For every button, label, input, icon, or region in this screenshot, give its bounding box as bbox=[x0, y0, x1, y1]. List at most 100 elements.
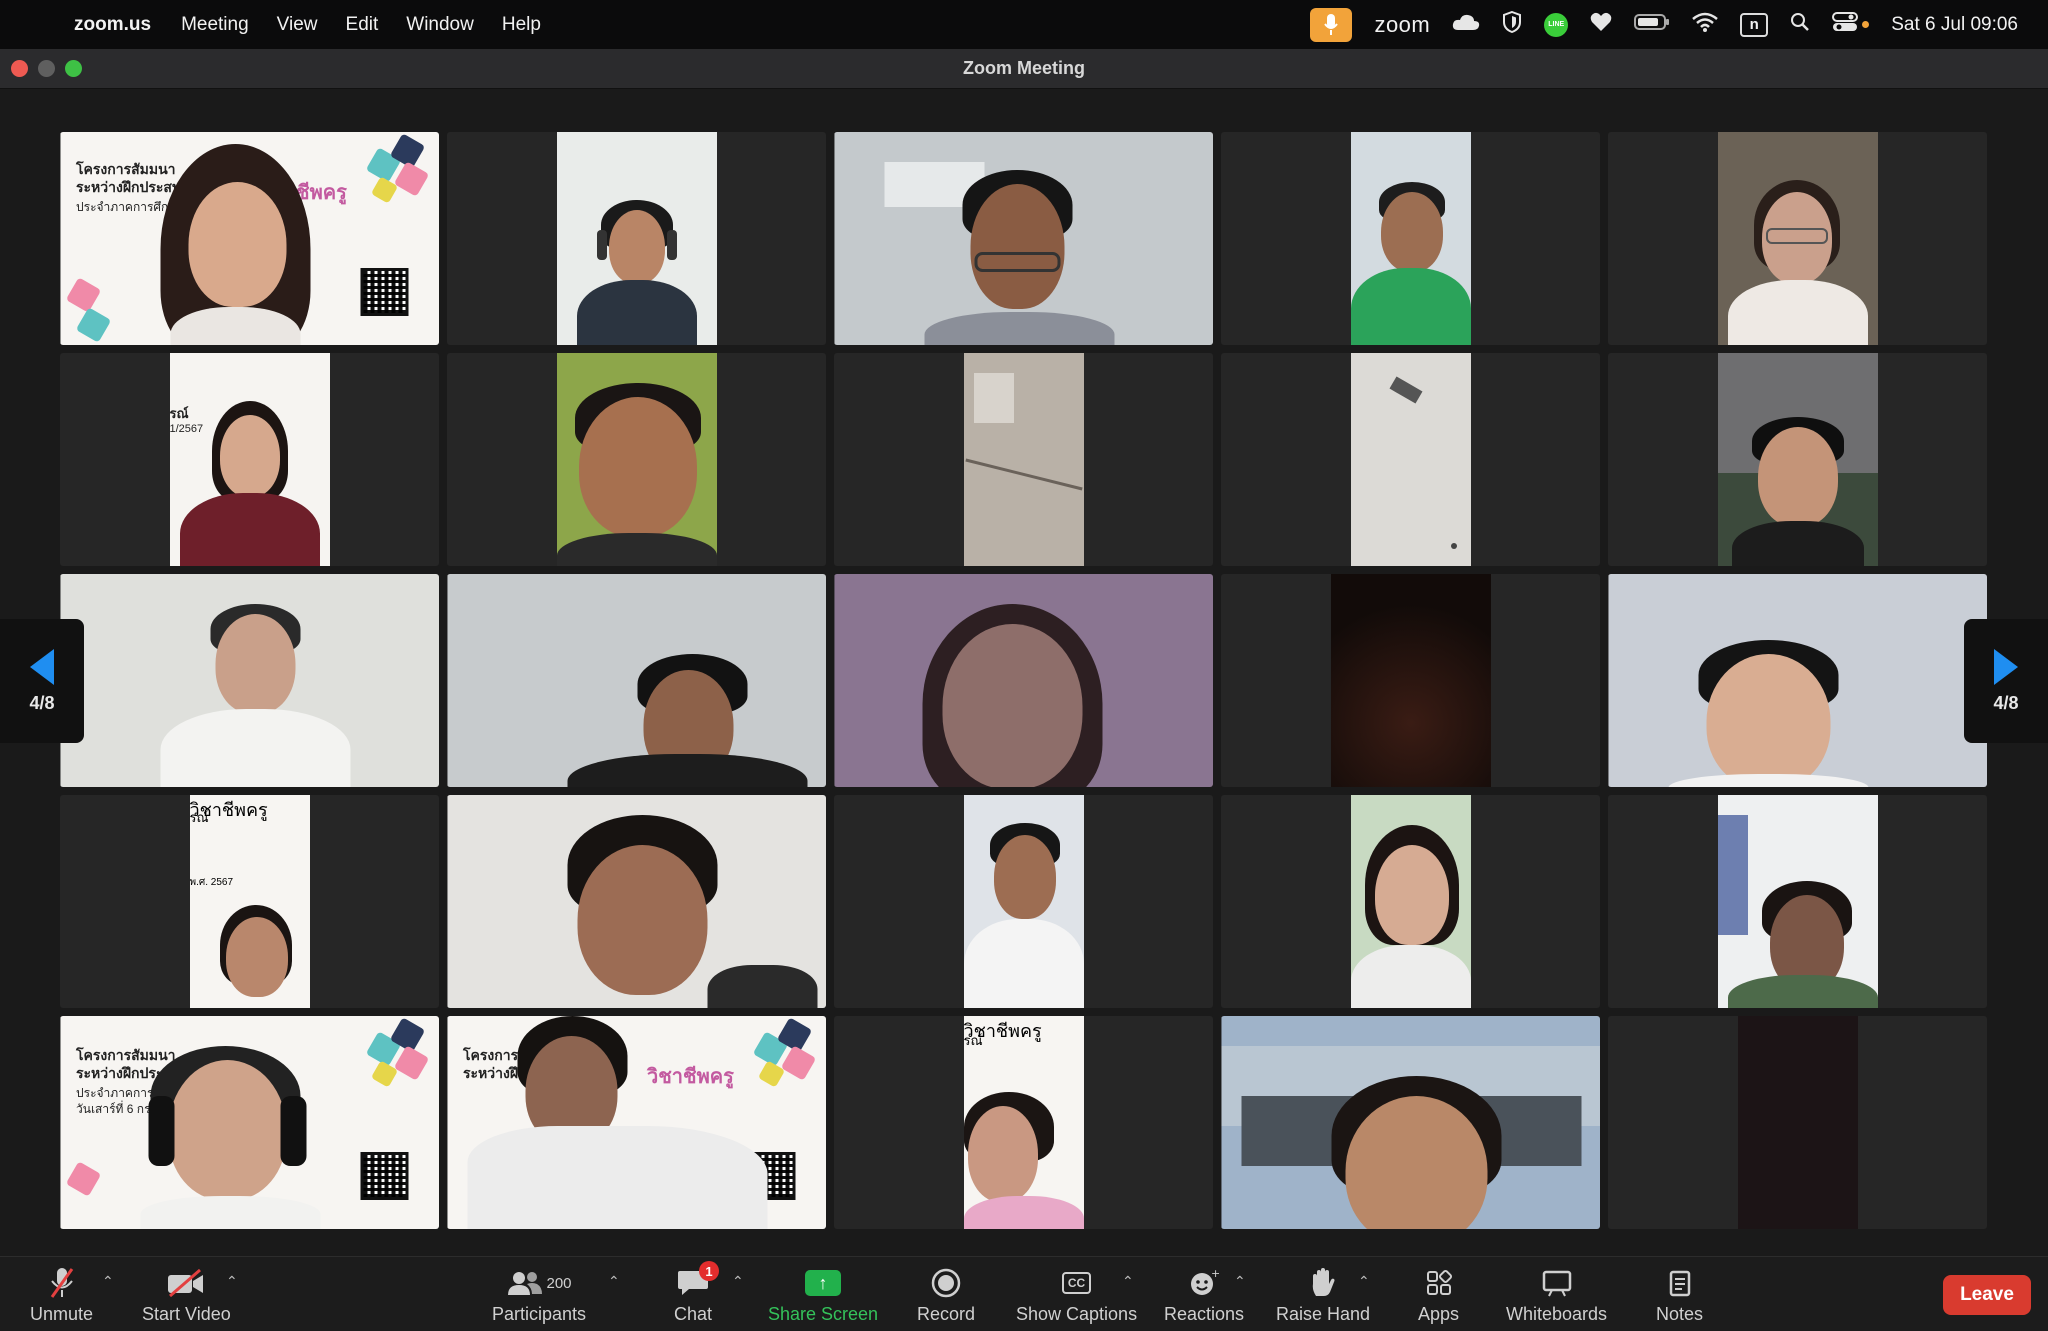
participant-tile[interactable] bbox=[447, 795, 826, 1008]
participant-tile[interactable]: รณ์ วิชาชีพครู bbox=[834, 1016, 1213, 1229]
participants-button[interactable]: 200 Participants bbox=[492, 1265, 586, 1325]
whiteboards-label: Whiteboards bbox=[1506, 1304, 1608, 1324]
video-feed bbox=[1350, 132, 1471, 345]
qr-code bbox=[360, 268, 408, 316]
zoom-status-icon[interactable]: zoom bbox=[1374, 12, 1430, 38]
participant-tile[interactable] bbox=[1608, 795, 1987, 1008]
video-feed bbox=[1330, 574, 1491, 787]
poster-text: โครงการสัมมนา bbox=[76, 161, 176, 177]
leave-meeting-button[interactable]: Leave bbox=[1943, 1275, 2031, 1315]
whiteboards-button[interactable]: Whiteboards bbox=[1506, 1265, 1607, 1325]
line-app-icon[interactable]: LINE bbox=[1544, 12, 1569, 37]
video-feed bbox=[1717, 132, 1878, 345]
participant-tile[interactable] bbox=[834, 795, 1213, 1008]
chevron-right-icon bbox=[1994, 648, 2018, 685]
video-options-chevron-icon[interactable]: ⌃ bbox=[226, 1273, 238, 1290]
spotlight-search-icon[interactable] bbox=[1790, 12, 1810, 38]
start-video-label: Start Video bbox=[142, 1304, 231, 1324]
raise-hand-icon bbox=[1310, 1265, 1336, 1301]
participant-tile[interactable]: โครงการสัมมนา ระหว่างฝึกประสบ ประจำภาคกา… bbox=[60, 132, 439, 345]
window-title-bar: Zoom Meeting bbox=[0, 49, 2048, 89]
record-button[interactable]: Record bbox=[917, 1265, 975, 1325]
unmute-button[interactable]: Unmute bbox=[30, 1265, 93, 1325]
participant-tile[interactable] bbox=[447, 574, 826, 787]
participant-tile[interactable] bbox=[1608, 353, 1987, 566]
reactions-button[interactable]: + Reactions bbox=[1164, 1265, 1244, 1325]
battery-icon[interactable] bbox=[1634, 13, 1670, 37]
minimize-window-button[interactable] bbox=[38, 60, 55, 77]
participants-icon: 200 bbox=[507, 1265, 572, 1301]
participant-tile[interactable] bbox=[447, 132, 826, 345]
reactions-options-chevron-icon[interactable]: ⌃ bbox=[1234, 1273, 1246, 1290]
poster-text: โครงการสัมมนา bbox=[76, 1047, 176, 1063]
clock-datetime[interactable]: Sat 6 Jul 09:06 bbox=[1891, 14, 2018, 36]
participant-tile[interactable]: โครงการสัมมนา ระหว่างฝึกประสบ วิชาชีพครู bbox=[447, 1016, 826, 1229]
video-feed bbox=[556, 132, 717, 345]
video-feed bbox=[963, 795, 1084, 1008]
show-captions-button[interactable]: CC Show Captions bbox=[1016, 1265, 1137, 1325]
participant-tile[interactable] bbox=[1608, 1016, 1987, 1229]
poster-text: รณ์ bbox=[189, 810, 209, 825]
participant-tile[interactable] bbox=[60, 574, 439, 787]
apps-icon bbox=[1425, 1265, 1453, 1301]
menu-window[interactable]: Window bbox=[406, 14, 474, 36]
raise-hand-label: Raise Hand bbox=[1276, 1304, 1371, 1324]
chat-options-chevron-icon[interactable]: ⌃ bbox=[732, 1273, 744, 1290]
menu-app-name[interactable]: zoom.us bbox=[74, 14, 151, 36]
microphone-in-use-icon[interactable] bbox=[1310, 7, 1353, 42]
participant-tile[interactable] bbox=[1221, 1016, 1600, 1229]
chevron-left-icon bbox=[30, 648, 54, 685]
reactions-label: Reactions bbox=[1164, 1304, 1245, 1324]
share-screen-button[interactable]: ↑ Share Screen bbox=[768, 1265, 878, 1325]
menu-view[interactable]: View bbox=[277, 14, 318, 36]
raise-hand-button[interactable]: Raise Hand bbox=[1276, 1265, 1370, 1325]
audio-options-chevron-icon[interactable]: ⌃ bbox=[102, 1273, 114, 1290]
video-feed bbox=[1717, 795, 1878, 1008]
control-center-icon[interactable] bbox=[1832, 11, 1859, 38]
menu-meeting[interactable]: Meeting bbox=[181, 14, 249, 36]
participant-tile[interactable] bbox=[447, 353, 826, 566]
close-window-button[interactable] bbox=[11, 60, 28, 77]
share-screen-icon: ↑ bbox=[805, 1265, 842, 1301]
participant-tile[interactable]: โครงการสัมมนา ระหว่างฝึกประสบ ประจำภาคกา… bbox=[60, 1016, 439, 1229]
menu-help[interactable]: Help bbox=[502, 14, 541, 36]
start-video-button[interactable]: Start Video bbox=[142, 1265, 231, 1325]
video-feed bbox=[834, 132, 1213, 345]
zoom-window-button[interactable] bbox=[65, 60, 82, 77]
participant-tile[interactable] bbox=[1221, 132, 1600, 345]
unmute-label: Unmute bbox=[30, 1304, 94, 1324]
participant-tile[interactable] bbox=[834, 353, 1213, 566]
wifi-icon[interactable] bbox=[1692, 12, 1719, 38]
shield-icon[interactable] bbox=[1502, 10, 1522, 39]
participant-tile[interactable] bbox=[1221, 795, 1600, 1008]
participant-tile[interactable] bbox=[1221, 353, 1600, 566]
participants-label: Participants bbox=[492, 1304, 587, 1324]
participant-tile[interactable] bbox=[834, 574, 1213, 787]
participant-tile[interactable] bbox=[1221, 574, 1600, 787]
participant-tile[interactable]: รณ์ 1/2567 bbox=[60, 353, 439, 566]
cloud-icon[interactable] bbox=[1452, 13, 1480, 37]
participant-tile[interactable] bbox=[1608, 574, 1987, 787]
previous-page-button[interactable]: 4/8 bbox=[0, 619, 84, 743]
chat-unread-badge: 1 bbox=[699, 1261, 720, 1281]
heart-icon[interactable] bbox=[1590, 12, 1612, 38]
captions-options-chevron-icon[interactable]: ⌃ bbox=[1122, 1273, 1134, 1290]
participant-tile[interactable] bbox=[834, 132, 1213, 345]
apps-button[interactable]: Apps bbox=[1418, 1265, 1459, 1325]
participant-tile[interactable]: รณ์ วิชาชีพครู พ.ศ. 2567 bbox=[60, 795, 439, 1008]
video-feed bbox=[963, 353, 1084, 566]
menu-edit[interactable]: Edit bbox=[346, 14, 379, 36]
video-feed: รณ์ วิชาชีพครู bbox=[963, 1016, 1084, 1229]
participant-tile[interactable] bbox=[1608, 132, 1987, 345]
participants-options-chevron-icon[interactable]: ⌃ bbox=[608, 1273, 620, 1290]
video-gallery: โครงการสัมมนา ระหว่างฝึกประสบ ประจำภาคกา… bbox=[0, 89, 2048, 1256]
video-feed: โครงการสัมมนา ระหว่างฝึกประสบ วิชาชีพครู bbox=[447, 1016, 826, 1229]
chat-icon: 1 bbox=[677, 1261, 720, 1301]
input-source-icon[interactable]: n bbox=[1740, 12, 1769, 37]
raise-hand-options-chevron-icon[interactable]: ⌃ bbox=[1358, 1273, 1370, 1290]
chat-button[interactable]: 1 Chat bbox=[674, 1261, 720, 1325]
poster-text: ระหว่างฝึกประสบ bbox=[76, 179, 181, 195]
video-off-icon bbox=[166, 1265, 206, 1301]
next-page-button[interactable]: 4/8 bbox=[1964, 619, 2048, 743]
notes-button[interactable]: Notes bbox=[1656, 1265, 1703, 1325]
